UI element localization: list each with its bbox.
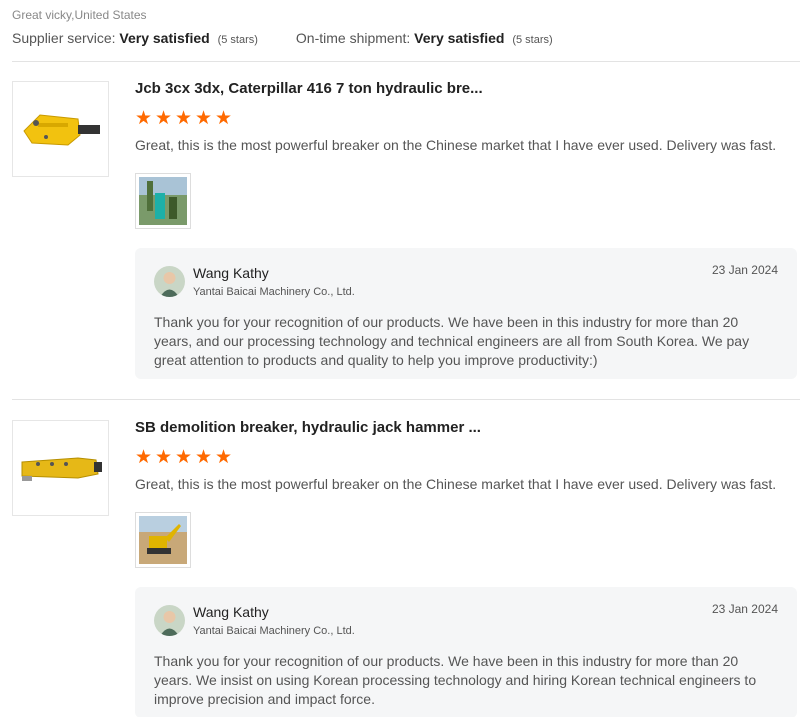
breaker-image [21,457,102,481]
reply-company: Yantai Baicai Machinery Co., Ltd. [193,625,355,637]
product-thumbnail[interactable] [12,81,109,177]
reply-company: Yantai Baicai Machinery Co., Ltd. [193,286,355,298]
rating-stars-note: (5 stars) [512,34,553,46]
photo-image [139,177,187,225]
review-text: Great, this is the most powerful breaker… [135,476,777,492]
divider [12,399,800,400]
rating-label: On-time shipment: [295,30,411,46]
star-icon: ★ [195,447,213,468]
rating-value: Very satisfied [414,30,505,46]
reply-text: Thank you for your recognition of our pr… [154,653,757,707]
supplier-ratings: Supplier service: Very satisfied (5 star… [12,30,591,46]
reviewer-name-location: Great vicky,United States [12,8,147,22]
reply-author-name: Wang Kathy [193,604,269,620]
avatar [154,266,185,297]
star-icon: ★ [215,447,233,468]
photo-image [139,516,187,564]
product-title-link[interactable]: SB demolition breaker, hydraulic jack ha… [135,419,481,436]
star-icon: ★ [135,447,153,468]
product-thumbnail[interactable] [12,420,109,516]
star-icon: ★ [175,108,193,129]
avatar-image [154,266,185,297]
product-title-link[interactable]: Jcb 3cx 3dx, Caterpillar 416 7 ton hydra… [135,80,483,97]
rating-value: Very satisfied [119,30,210,46]
breaker-image [22,114,100,146]
rating-stars: ★ ★ ★ ★ ★ [135,447,235,468]
avatar [154,605,185,636]
star-icon: ★ [155,108,173,129]
star-icon: ★ [215,108,233,129]
reply-author-name: Wang Kathy [193,265,269,281]
star-icon: ★ [135,108,153,129]
reply-date: 23 Jan 2024 [711,602,778,616]
supplier-reply: Wang Kathy Yantai Baicai Machinery Co., … [135,248,797,379]
review-photo[interactable] [135,512,191,568]
rating-on-time-shipment: On-time shipment: Very satisfied (5 star… [296,30,553,46]
divider [12,61,800,62]
review-text: Great, this is the most powerful breaker… [135,137,777,153]
star-icon: ★ [175,447,193,468]
rating-supplier-service: Supplier service: Very satisfied (5 star… [12,30,258,46]
star-icon: ★ [155,447,173,468]
star-icon: ★ [195,108,213,129]
rating-stars: ★ ★ ★ ★ ★ [135,108,235,129]
reply-text: Thank you for your recognition of our pr… [154,314,750,368]
avatar-image [154,605,185,636]
rating-label: Supplier service: [12,30,116,46]
reply-date: 23 Jan 2024 [711,263,778,277]
review-photo[interactable] [135,173,191,229]
supplier-reply: Wang Kathy Yantai Baicai Machinery Co., … [135,587,797,717]
rating-stars-note: (5 stars) [217,34,258,46]
